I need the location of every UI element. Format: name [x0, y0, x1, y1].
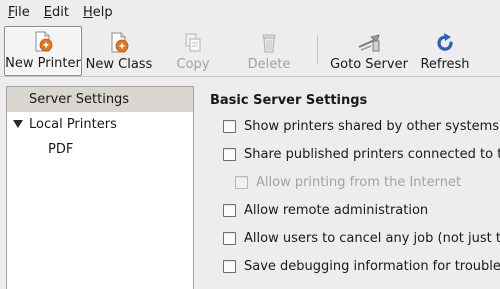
toolbar-separator: [317, 35, 318, 64]
tree-item-server-settings-label: Server Settings: [29, 92, 130, 107]
printer-tree: Server Settings Local Printers PDF: [6, 86, 194, 289]
copy-button[interactable]: Copy: [156, 26, 230, 76]
refresh-label: Refresh: [420, 57, 470, 72]
menu-edit[interactable]: Edit: [36, 0, 75, 25]
new-printer-button[interactable]: New Printer: [4, 26, 82, 76]
menu-help[interactable]: Help: [75, 0, 119, 25]
new-class-button[interactable]: New Class: [82, 26, 156, 76]
goto-server-label: Goto Server: [330, 57, 408, 72]
copy-label: Copy: [176, 57, 210, 72]
copy-icon: [185, 33, 201, 52]
menu-file[interactable]: File: [0, 0, 36, 25]
allow-internet-label: Allow printing from the Internet: [256, 174, 462, 190]
server-connect-icon: [358, 34, 380, 52]
server-settings-panel: Basic Server Settings Show printers shar…: [210, 92, 500, 274]
checkbox-unchecked[interactable]: [235, 175, 248, 189]
allow-internet-checkbox[interactable]: Allow printing from the Internet: [235, 172, 461, 192]
tree-item-pdf[interactable]: PDF: [7, 137, 193, 162]
save-debug-label: Save debugging information for troublesh: [244, 258, 500, 274]
show-shared-label: Show printers shared by other systems: [244, 118, 500, 134]
allow-remote-admin-label: Allow remote administration: [244, 202, 429, 218]
tree-item-server-settings[interactable]: Server Settings: [7, 87, 193, 112]
refresh-icon: [437, 33, 453, 51]
new-printer-icon: [35, 31, 53, 52]
settings-title: Basic Server Settings: [210, 93, 368, 108]
tree-item-pdf-label: PDF: [48, 142, 74, 157]
toolbar: New Printer New Class Copy Delete Goto S…: [0, 26, 500, 77]
expander-down-icon[interactable]: [13, 120, 23, 128]
allow-cancel-label: Allow users to cancel any job (not just …: [244, 230, 500, 246]
checkbox-unchecked[interactable]: [223, 119, 236, 133]
share-published-checkbox[interactable]: Share published printers connected to th: [223, 144, 500, 164]
checkbox-unchecked[interactable]: [223, 231, 236, 245]
menu-edit-label: dit: [52, 5, 69, 20]
share-published-label: Share published printers connected to th: [244, 146, 500, 162]
checkbox-unchecked[interactable]: [223, 203, 236, 217]
menu-edit-accel: E: [43, 5, 52, 20]
menu-file-label: ile: [14, 5, 30, 20]
new-class-label: New Class: [85, 57, 153, 72]
menubar: File Edit Help: [0, 0, 500, 25]
goto-server-button[interactable]: Goto Server: [326, 26, 412, 76]
tree-item-local-printers[interactable]: Local Printers: [7, 112, 193, 137]
refresh-button[interactable]: Refresh: [412, 26, 478, 76]
checkbox-unchecked[interactable]: [223, 147, 236, 161]
menu-help-label: elp: [92, 5, 113, 20]
allow-cancel-checkbox[interactable]: Allow users to cancel any job (not just …: [223, 228, 500, 248]
new-printer-label: New Printer: [5, 56, 81, 71]
delete-button[interactable]: Delete: [230, 26, 308, 76]
show-shared-checkbox[interactable]: Show printers shared by other systems: [223, 116, 499, 136]
checkbox-unchecked[interactable]: [223, 259, 236, 273]
menu-help-accel: H: [82, 5, 93, 20]
printer-config-window: File Edit Help New Printer New Class Cop…: [0, 0, 500, 289]
tree-item-local-printers-label: Local Printers: [29, 117, 117, 132]
trash-icon: [262, 34, 276, 53]
save-debug-checkbox[interactable]: Save debugging information for troublesh: [223, 256, 500, 276]
allow-remote-admin-checkbox[interactable]: Allow remote administration: [223, 200, 428, 220]
delete-label: Delete: [247, 57, 291, 72]
new-class-icon: [111, 32, 129, 53]
